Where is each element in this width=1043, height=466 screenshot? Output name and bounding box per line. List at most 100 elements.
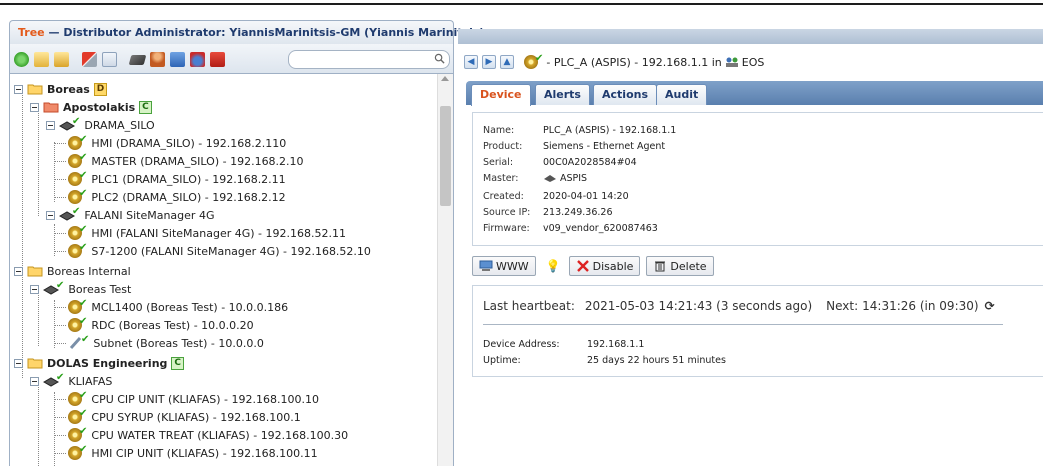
tree-guide (54, 325, 66, 326)
tree-label: HMI CIP UNIT (KLIAFAS) - 192.168.100.11 (91, 446, 318, 460)
tab-actions[interactable]: Actions (593, 84, 657, 105)
group-icon (725, 57, 738, 67)
tree-scrollbar[interactable] (437, 74, 453, 466)
delete-button[interactable]: Delete (646, 256, 714, 276)
action-bar: WWW 💡 Disable Delete (472, 255, 720, 277)
detail-master: Master: ASPIS (483, 173, 588, 184)
breadcrumb-group[interactable]: EOS (742, 56, 765, 69)
search-icon[interactable] (434, 53, 445, 64)
scroll-up-icon[interactable] (441, 76, 449, 81)
tab-audit[interactable]: Audit (656, 84, 708, 105)
tree-row-site[interactable]: ✔ KLIAFAS (30, 372, 112, 390)
breadcrumb: ✔ - PLC_A (ASPIS) - 192.168.1.1 in EOS (524, 53, 765, 69)
tree-row-site[interactable]: ✔ Boreas Test (30, 280, 131, 298)
tree-row-device[interactable]: ✔ MCL1400 (Boreas Test) - 10.0.0.186 (68, 298, 288, 316)
add-domain-icon[interactable] (34, 52, 49, 67)
status-check-icon: ✔ (56, 279, 65, 291)
tree-guide (54, 197, 66, 198)
master-link[interactable]: ASPIS (560, 173, 587, 184)
collapse-toggle[interactable] (14, 84, 23, 94)
refresh-icon[interactable] (14, 52, 29, 67)
tool-icon[interactable] (82, 52, 97, 67)
status-check-icon: ✔ (72, 205, 81, 217)
tree-guide (54, 453, 66, 454)
tree-row-site[interactable]: ✔ FALANI SiteManager 4G (46, 206, 214, 224)
tree-row-folder[interactable]: DOLAS Engineering C (14, 354, 185, 372)
tree-row-device[interactable]: ✔ S7-1200 (FALANI SiteManager 4G) - 192.… (68, 242, 371, 260)
tree-row-subnet[interactable]: ✔ Subnet (Boreas Test) - 10.0.0.0 (68, 334, 264, 352)
tree-label: Boreas (47, 82, 90, 96)
collapse-toggle[interactable] (14, 358, 23, 368)
next-value: 14:31:26 (in 09:30) (862, 299, 979, 313)
collapse-toggle[interactable] (14, 266, 23, 276)
tree-row-folder[interactable]: Boreas Internal (14, 262, 131, 280)
tree-row-device[interactable]: ✔ PLC1 (DRAMA_SILO) - 192.168.2.11 (68, 170, 286, 188)
status-check-icon: ✔ (79, 443, 88, 455)
tree-row-device[interactable]: ✔ CPU WATER TREAT (KLIAFAS) - 192.168.10… (68, 426, 348, 444)
collapse-toggle[interactable] (30, 284, 39, 294)
tree-row-device[interactable]: ✔ HMI CIP UNIT (KLIAFAS) - 192.168.100.1… (68, 444, 318, 462)
search-input[interactable] (288, 50, 450, 69)
tree-row-device[interactable]: ✔ HMI (FALANI SiteManager 4G) - 192.168.… (68, 224, 346, 242)
tab-alerts[interactable]: Alerts (535, 84, 590, 105)
tree-label: RDC (Boreas Test) - 10.0.0.20 (91, 318, 254, 332)
collapse-toggle[interactable] (30, 102, 39, 112)
edit-icon[interactable] (170, 52, 185, 67)
up-arrow-icon[interactable]: ▲ (500, 55, 514, 69)
scroll-thumb[interactable] (440, 106, 451, 206)
detail-serial: Serial: 00C0A2028584#04 (483, 157, 637, 168)
heartbeat-line: Last heartbeat: 2021-05-03 14:21:43 (3 s… (483, 299, 995, 313)
toolbox-icon[interactable] (210, 52, 225, 67)
tree-guide (54, 307, 66, 308)
tree-label: KLIAFAS (68, 374, 113, 388)
check-icon[interactable] (102, 52, 117, 67)
forward-arrow-icon[interactable]: ▶ (482, 55, 496, 69)
tree-label: HMI (FALANI SiteManager 4G) - 192.168.52… (91, 226, 346, 240)
status-check-icon: ✔ (79, 297, 88, 309)
status-check-icon: ✔ (72, 115, 81, 127)
tree-row-device[interactable]: ✔ CPU SYRUP (KLIAFAS) - 192.168.100.1 (68, 408, 301, 426)
trash-icon (655, 261, 666, 272)
tree-label: CPU CIP UNIT (KLIAFAS) - 192.168.100.10 (91, 392, 320, 406)
collapse-toggle[interactable] (30, 376, 39, 386)
app-label: Tree (18, 26, 45, 39)
tab-device[interactable]: Device (471, 84, 531, 106)
customer-badge: C (139, 100, 152, 114)
tree-row-device[interactable]: ✔ PLC2 (DRAMA_SILO) - 192.168.2.12 (68, 188, 286, 206)
tree-row-device[interactable]: ✔ CPU CIP UNIT (KLIAFAS) - 192.168.100.1… (68, 390, 319, 408)
back-arrow-icon[interactable]: ◀ (464, 55, 478, 69)
user-icon[interactable] (150, 52, 165, 67)
tree-guide (22, 88, 23, 378)
tree-guide (54, 399, 66, 400)
tree-label: HMI (DRAMA_SILO) - 192.168.2.110 (91, 136, 287, 150)
tree-row-site[interactable]: ✔ DRAMA_SILO (46, 116, 155, 134)
site-manager-icon (544, 175, 556, 182)
status-check-icon: ✔ (79, 151, 88, 163)
heartbeat-panel: Last heartbeat: 2021-05-03 14:21:43 (3 s… (472, 285, 1043, 377)
refresh-icon[interactable]: ⟳ (985, 299, 995, 313)
nav-bar: ◀ ▶ ▲ ✔ - PLC_A (ASPIS) - 192.168.1.1 in… (464, 52, 764, 72)
tree-label: MASTER (DRAMA_SILO) - 192.168.2.10 (91, 154, 304, 168)
status-check-icon: ✔ (79, 169, 88, 181)
tree-row-boreas[interactable]: Boreas D (14, 80, 108, 98)
heartbeat-value: 2021-05-03 14:21:43 (3 seconds ago) (584, 299, 813, 313)
tree-guide (38, 378, 39, 466)
tree-guide (38, 106, 39, 216)
www-button[interactable]: WWW (472, 256, 536, 276)
status-check-icon: ✔ (79, 223, 88, 235)
detail-source-ip: Source IP: 213.249.36.26 (483, 207, 613, 218)
device-icon[interactable] (128, 55, 147, 65)
tree-row-device[interactable]: ✔ HMI (DRAMA_SILO) - 192.168.2.110 (68, 134, 286, 152)
disable-button[interactable]: Disable (568, 256, 641, 276)
add-node-icon[interactable] (54, 52, 69, 67)
tree-row-apostolakis[interactable]: Apostolakis C (30, 98, 152, 116)
tree-guide (54, 392, 55, 466)
collapse-toggle[interactable] (46, 120, 55, 130)
collapse-toggle[interactable] (46, 210, 55, 220)
tree-row-device[interactable]: ✔ RDC (Boreas Test) - 10.0.0.20 (68, 316, 254, 334)
tree-label: Subnet (Boreas Test) - 10.0.0.0 (93, 336, 264, 350)
tree-label: CPU WATER TREAT (KLIAFAS) - 192.168.100.… (91, 428, 349, 442)
window-title: Tree — Distributor Administrator: Yianni… (9, 20, 484, 44)
alarm-icon[interactable] (190, 52, 205, 67)
tree-row-device[interactable]: ✔ MASTER (DRAMA_SILO) - 192.168.2.10 (68, 152, 304, 170)
